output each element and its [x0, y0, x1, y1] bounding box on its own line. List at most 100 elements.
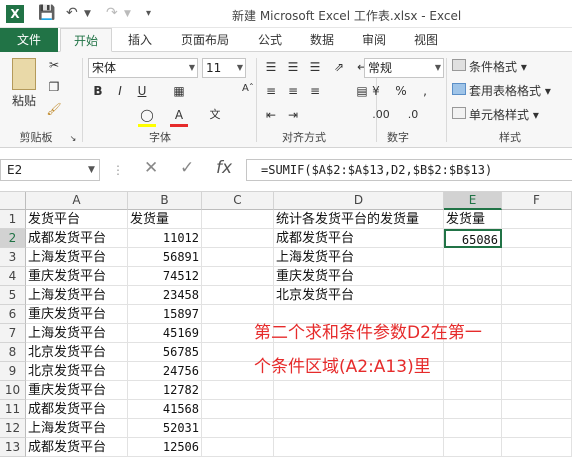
borders-icon[interactable]: ▦: [170, 82, 188, 100]
cell-b5[interactable]: 23458: [128, 286, 202, 305]
align-right-icon[interactable]: ≡: [306, 82, 324, 100]
cell-a5[interactable]: 上海发货平台: [26, 286, 128, 305]
cell-c12[interactable]: [202, 419, 274, 438]
cell-b1[interactable]: 发货量: [128, 210, 202, 229]
row-header-10[interactable]: 10: [0, 381, 26, 400]
tab-file[interactable]: 文件: [0, 28, 58, 52]
font-name-select[interactable]: 宋体 ▼: [88, 58, 198, 78]
phonetic-icon[interactable]: 文: [206, 106, 224, 124]
cell-e1[interactable]: 发货量: [444, 210, 502, 229]
cell-f10[interactable]: [502, 381, 572, 400]
align-center-icon[interactable]: ≡: [284, 82, 302, 100]
cell-a3[interactable]: 上海发货平台: [26, 248, 128, 267]
column-header-a[interactable]: A: [26, 192, 128, 210]
paste-button[interactable]: 粘贴: [6, 92, 42, 110]
cell-d1[interactable]: 统计各发货平台的发货量: [274, 210, 444, 229]
cell-d13[interactable]: [274, 438, 444, 457]
fill-color-icon[interactable]: ◯: [138, 106, 156, 127]
cell-f13[interactable]: [502, 438, 572, 457]
column-header-b[interactable]: B: [128, 192, 202, 210]
cell-f1[interactable]: [502, 210, 572, 229]
cell-b9[interactable]: 24756: [128, 362, 202, 381]
conditional-format-button[interactable]: 条件格式 ▾: [452, 58, 527, 75]
cell-b10[interactable]: 12782: [128, 381, 202, 400]
tab-insert[interactable]: 插入: [116, 28, 164, 52]
formula-input[interactable]: =SUMIF($A$2:$A$13,D2,$B$2:$B$13): [246, 159, 572, 181]
copy-icon[interactable]: ❐: [46, 78, 62, 96]
cell-e5[interactable]: [444, 286, 502, 305]
tab-data[interactable]: 数据: [300, 28, 344, 52]
decrease-decimal-icon[interactable]: .0: [400, 106, 426, 124]
cell-c3[interactable]: [202, 248, 274, 267]
column-header-d[interactable]: D: [274, 192, 444, 210]
cell-f11[interactable]: [502, 400, 572, 419]
name-box-dropdown-icon[interactable]: ▼: [88, 165, 95, 175]
tab-home[interactable]: 开始: [60, 28, 112, 52]
row-header-1[interactable]: 1: [0, 210, 26, 229]
cell-d3[interactable]: 上海发货平台: [274, 248, 444, 267]
cell-b6[interactable]: 15897: [128, 305, 202, 324]
cell-f5[interactable]: [502, 286, 572, 305]
increase-indent-icon[interactable]: ⇥: [284, 106, 302, 124]
align-left-icon[interactable]: ≡: [262, 82, 280, 100]
tab-page-layout[interactable]: 页面布局: [170, 28, 240, 52]
column-header-c[interactable]: C: [202, 192, 274, 210]
bold-button[interactable]: B: [90, 82, 106, 100]
comma-style-icon[interactable]: ,: [416, 82, 434, 100]
cell-b3[interactable]: 56891: [128, 248, 202, 267]
select-all-corner[interactable]: [0, 192, 26, 210]
cell-a13[interactable]: 成都发货平台: [26, 438, 128, 457]
cell-b11[interactable]: 41568: [128, 400, 202, 419]
cell-b7[interactable]: 45169: [128, 324, 202, 343]
row-header-12[interactable]: 12: [0, 419, 26, 438]
row-header-9[interactable]: 9: [0, 362, 26, 381]
cell-a4[interactable]: 重庆发货平台: [26, 267, 128, 286]
cell-a8[interactable]: 北京发货平台: [26, 343, 128, 362]
cell-b13[interactable]: 12506: [128, 438, 202, 457]
cell-a7[interactable]: 上海发货平台: [26, 324, 128, 343]
row-header-3[interactable]: 3: [0, 248, 26, 267]
percent-button[interactable]: %: [392, 82, 410, 100]
cell-a1[interactable]: 发货平台: [26, 210, 128, 229]
grow-font-icon[interactable]: Aˆ: [242, 80, 254, 98]
row-header-2[interactable]: 2: [0, 229, 26, 248]
cell-c4[interactable]: [202, 267, 274, 286]
cell-f12[interactable]: [502, 419, 572, 438]
cell-e12[interactable]: [444, 419, 502, 438]
save-icon[interactable]: 💾: [38, 5, 55, 21]
cell-a9[interactable]: 北京发货平台: [26, 362, 128, 381]
name-box[interactable]: E2: [0, 159, 100, 181]
enter-icon[interactable]: ✓: [180, 158, 194, 178]
cell-c1[interactable]: [202, 210, 274, 229]
increase-decimal-icon[interactable]: .00: [368, 106, 394, 124]
cell-f9[interactable]: [502, 362, 572, 381]
cell-a10[interactable]: 重庆发货平台: [26, 381, 128, 400]
row-header-8[interactable]: 8: [0, 343, 26, 362]
cell-a2[interactable]: 成都发货平台: [26, 229, 128, 248]
underline-button[interactable]: U: [134, 82, 150, 100]
format-painter-icon[interactable]: 🖌: [46, 100, 62, 118]
cell-f6[interactable]: [502, 305, 572, 324]
undo-dropdown-icon[interactable]: ▼: [84, 9, 91, 19]
cell-b8[interactable]: 56785: [128, 343, 202, 362]
currency-icon[interactable]: ¥: [366, 82, 386, 100]
redo-icon[interactable]: ↷: [106, 5, 118, 21]
cell-styles-button[interactable]: 单元格样式 ▾: [452, 106, 539, 123]
row-header-5[interactable]: 5: [0, 286, 26, 305]
tab-formulas[interactable]: 公式: [248, 28, 292, 52]
clipboard-launcher-icon[interactable]: ↘: [68, 130, 78, 148]
column-header-e[interactable]: E: [444, 192, 502, 210]
cell-f2[interactable]: [502, 229, 572, 248]
insert-function-icon[interactable]: fx: [216, 158, 232, 178]
tab-review[interactable]: 审阅: [352, 28, 396, 52]
cell-d5[interactable]: 北京发货平台: [274, 286, 444, 305]
cell-c2[interactable]: [202, 229, 274, 248]
cell-c13[interactable]: [202, 438, 274, 457]
cell-f4[interactable]: [502, 267, 572, 286]
cell-a11[interactable]: 成都发货平台: [26, 400, 128, 419]
cell-e11[interactable]: [444, 400, 502, 419]
cell-d12[interactable]: [274, 419, 444, 438]
cell-b12[interactable]: 52031: [128, 419, 202, 438]
redo-dropdown-icon[interactable]: ▼: [124, 9, 131, 19]
align-bottom-icon[interactable]: ☰: [306, 58, 324, 76]
